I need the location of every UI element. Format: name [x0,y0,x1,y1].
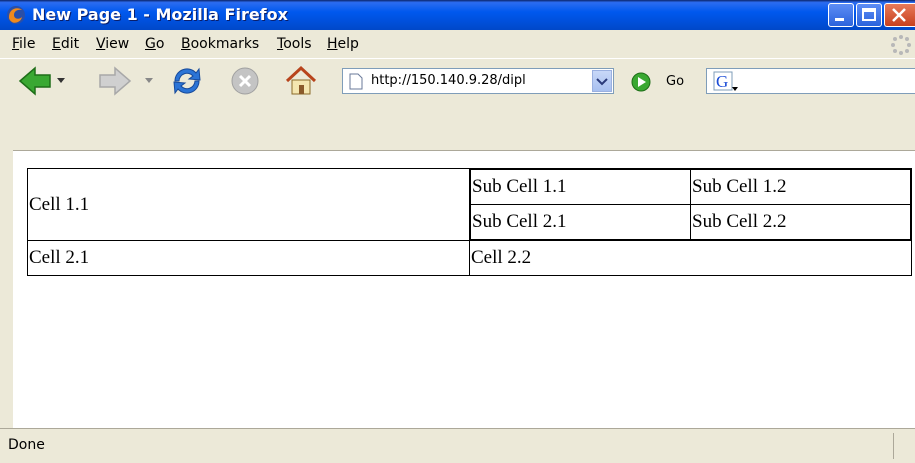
menu-go[interactable]: Go [145,36,164,52]
url-bar[interactable]: http://150.140.9.28/dipl [342,68,614,94]
forward-dropdown-icon[interactable] [144,75,154,85]
url-dropdown-button[interactable] [592,70,612,92]
forward-arrow-icon[interactable] [98,65,132,97]
home-icon[interactable] [284,64,318,98]
sub-cell-1-2: Sub Cell 1.2 [690,169,911,205]
close-icon [892,8,906,22]
navigation-toolbar: http://150.140.9.28/dipl Go G [0,58,915,105]
cell-1-1: Cell 1.1 [27,168,470,241]
nested-table: Sub Cell 1.1 Sub Cell 1.2 Sub Cell 2.1 S… [470,169,911,240]
throbber-icon [891,35,911,55]
minimize-icon [835,18,844,21]
cell-2-1: Cell 2.1 [27,240,470,276]
page-content: Cell 1.1 Sub Cell 1.1 Sub Cell 1.2 Sub C… [13,150,915,455]
google-icon[interactable]: G [713,71,739,93]
menu-bookmarks[interactable]: Bookmarks [181,36,259,52]
sub-cell-1-1: Sub Cell 1.1 [470,169,691,205]
title-bar[interactable]: New Page 1 - Mozilla Firefox [0,0,915,30]
back-arrow-icon[interactable] [18,65,52,97]
reload-icon[interactable] [170,64,204,98]
nested-table-cell: Sub Cell 1.1 Sub Cell 1.2 Sub Cell 2.1 S… [469,168,912,241]
go-icon[interactable] [630,71,652,93]
page-icon [349,73,363,90]
search-bar[interactable]: G [706,68,915,94]
maximize-icon [862,8,876,21]
menu-bar: File Edit View Go Bookmarks Tools Help [0,30,915,58]
minimize-button[interactable] [828,3,854,27]
outer-table: Cell 1.1 Sub Cell 1.1 Sub Cell 1.2 Sub C… [27,168,912,276]
status-bar: Done [0,428,915,463]
menu-edit[interactable]: Edit [52,36,79,52]
back-dropdown-icon[interactable] [56,75,66,85]
sub-cell-2-1: Sub Cell 2.1 [470,204,691,240]
chevron-down-icon [596,78,608,86]
menu-tools[interactable]: Tools [277,36,312,52]
firefox-icon [7,6,25,24]
window-title: New Page 1 - Mozilla Firefox [32,5,288,24]
menu-file[interactable]: File [12,36,35,52]
go-button[interactable]: Go [666,74,684,89]
maximize-button[interactable] [856,3,882,27]
status-text: Done [8,437,45,453]
menu-help[interactable]: Help [327,36,359,52]
menu-view[interactable]: View [96,36,129,52]
close-button[interactable] [884,3,915,27]
stop-icon[interactable] [230,66,260,96]
sub-cell-2-2: Sub Cell 2.2 [690,204,911,240]
browser-window: File Edit View Go Bookmarks Tools Help h… [0,30,915,463]
status-divider [893,433,894,459]
cell-2-2: Cell 2.2 [469,240,912,276]
url-text[interactable]: http://150.140.9.28/dipl [371,73,589,88]
svg-text:G: G [716,72,728,91]
